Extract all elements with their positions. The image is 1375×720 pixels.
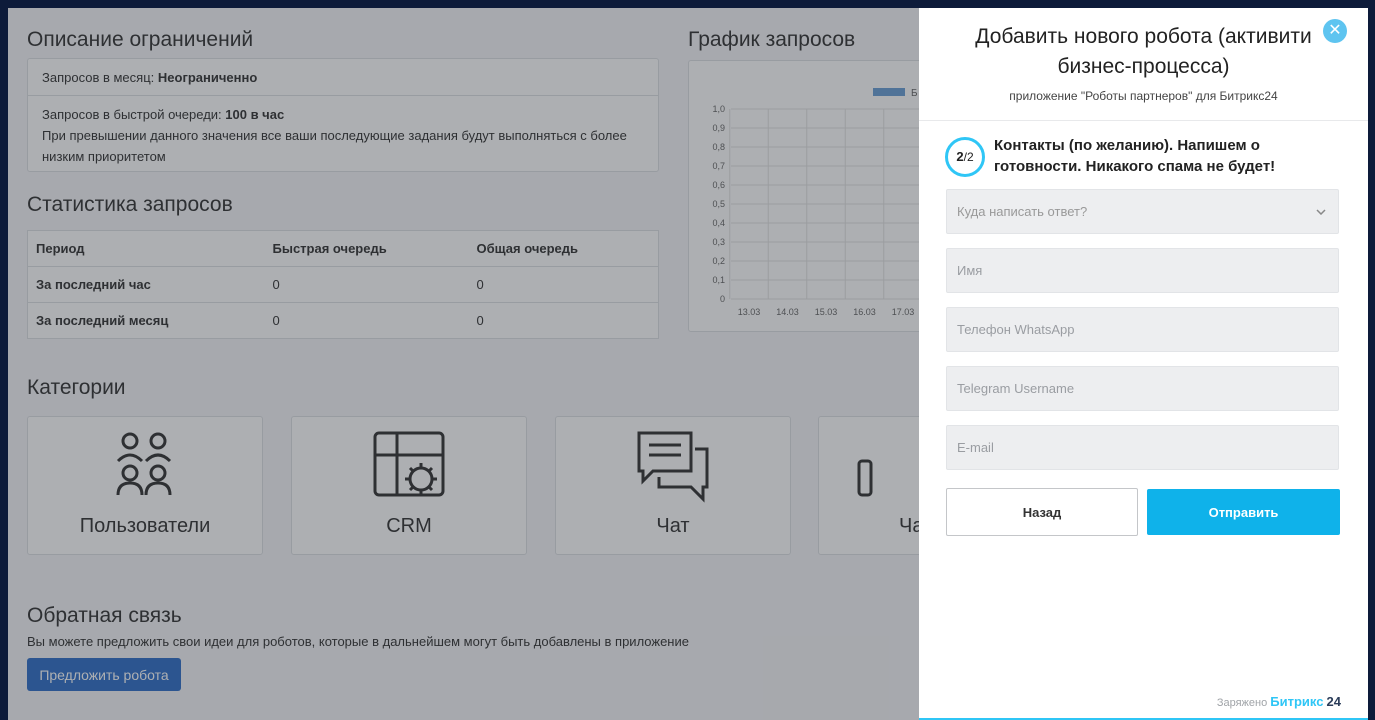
step-current: 2 — [956, 149, 964, 164]
panel-title: Добавить нового робота (активити бизнес-… — [975, 25, 1312, 78]
powered-by: Заряжено Битрикс 24 — [1217, 694, 1341, 709]
send-button[interactable]: Отправить — [1147, 489, 1340, 535]
brand-number: 24 — [1326, 694, 1341, 709]
powered-label: Заряжено — [1216, 697, 1268, 709]
whatsapp-input[interactable] — [946, 307, 1339, 352]
chevron-down-icon — [1316, 208, 1326, 215]
name-input[interactable] — [946, 248, 1339, 293]
step-total: /2 — [963, 150, 974, 164]
step-description: Контакты (по желанию). Напишем о готовно… — [994, 137, 1276, 175]
step-badge: 2/2 — [945, 137, 985, 177]
divider — [919, 120, 1368, 121]
back-button[interactable]: Назад — [946, 488, 1138, 536]
email-input[interactable] — [946, 425, 1339, 470]
telegram-input[interactable] — [946, 366, 1339, 411]
add-robot-panel: ✕ Добавить нового робота (активити бизне… — [919, 8, 1368, 720]
select-placeholder: Куда написать ответ? — [957, 204, 1088, 219]
reply-channel-select[interactable]: Куда написать ответ? — [946, 189, 1339, 234]
brand-name: Битрикс — [1270, 694, 1324, 709]
panel-subtitle: приложение "Роботы партнеров" для Битрик… — [1009, 89, 1278, 103]
